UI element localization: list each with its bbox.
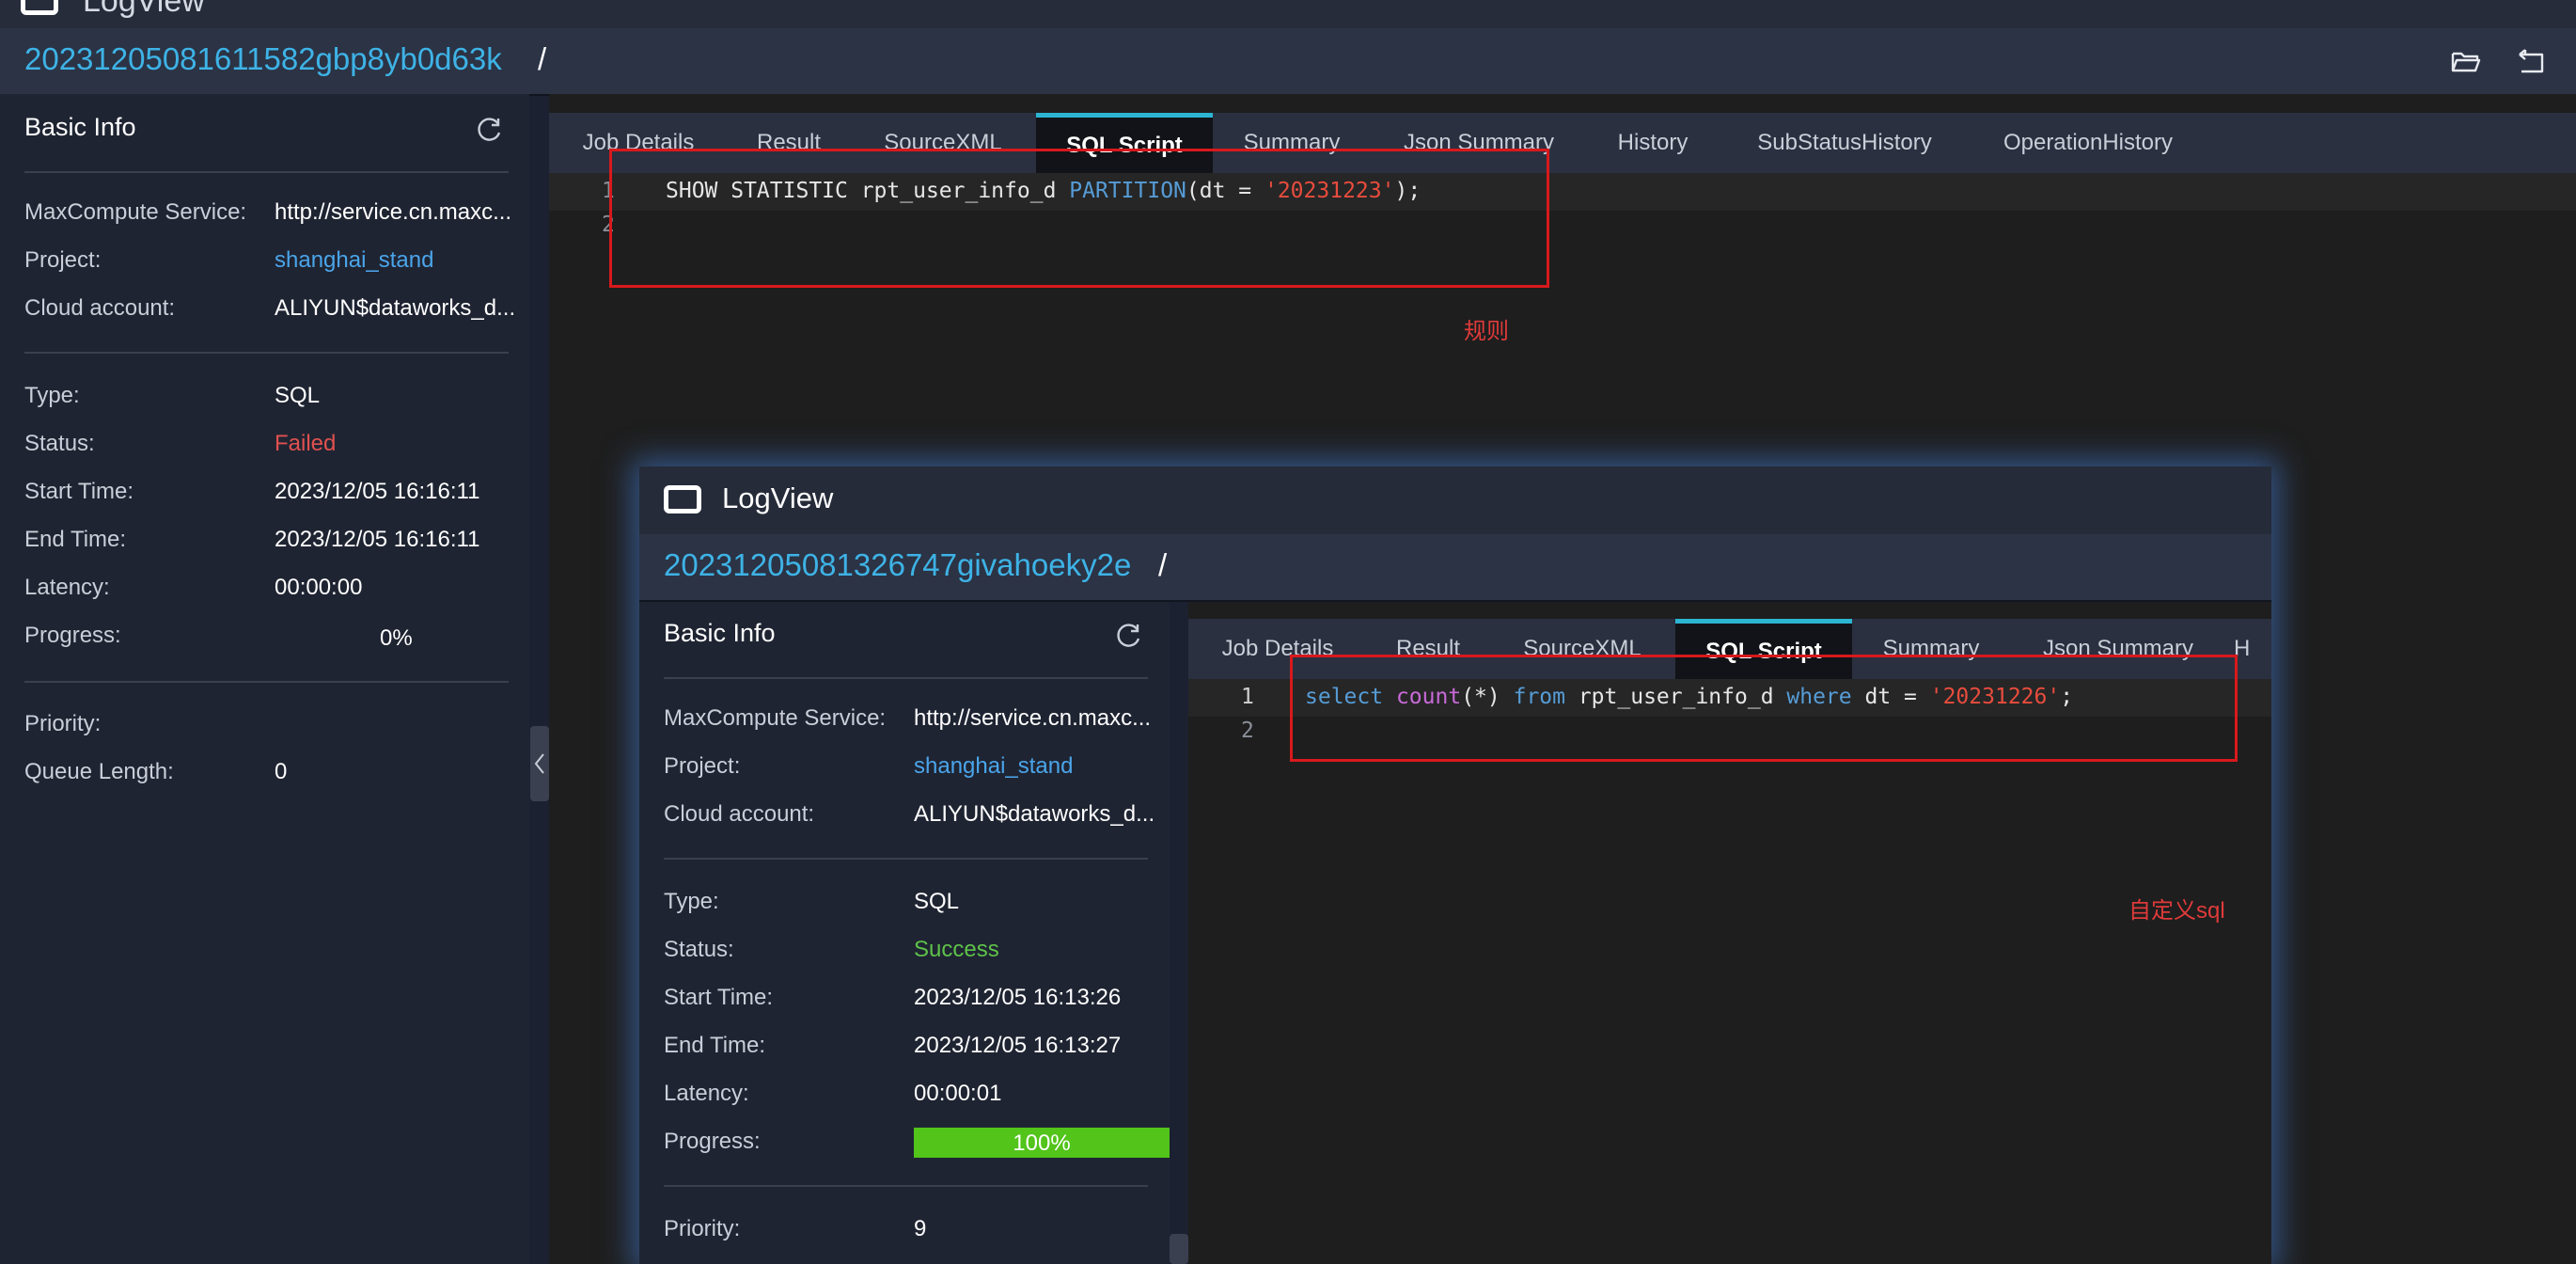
value-type: SQL [275, 383, 321, 408]
progress-bar: 100% [914, 1128, 1170, 1158]
label-maxcompute-service: MaxCompute Service: [664, 705, 887, 731]
annotation-label: 自定义sql [2128, 898, 2225, 924]
basic-info-heading: Basic Info [24, 113, 136, 141]
inset-basic-info-panel: Basic Info MaxCompute Service: http://se… [639, 602, 1170, 1264]
label-project: Project: [664, 753, 741, 779]
divider [24, 171, 509, 173]
divider [664, 1185, 1148, 1187]
collapse-sidebar-button[interactable] [530, 726, 549, 801]
label-latency: Latency: [24, 575, 110, 600]
line-number: 2 [1241, 719, 1254, 743]
inset-app-title: LogView [722, 482, 834, 514]
label-status: Status: [664, 937, 734, 962]
value-start-time: 2023/12/05 16:13:26 [914, 985, 1122, 1010]
label-cloud-account: Cloud account: [664, 801, 815, 827]
label-type: Type: [24, 383, 80, 408]
value-end-time: 2023/12/05 16:16:11 [275, 527, 480, 552]
tab-operationhistory[interactable]: OperationHistory [1971, 113, 2206, 173]
logview-logo-icon [21, 0, 58, 15]
value-queue-length: 0 [275, 759, 288, 784]
line-number: 1 [1241, 685, 1254, 709]
basic-info-panel: Basic Info MaxCompute Service: http://se… [0, 94, 529, 1264]
inset-screenshot: LogView 20231205081326747givahoeky2e / B… [639, 466, 2271, 1264]
annotation-label: 规则 [1464, 319, 1509, 344]
progress-value: 0% [380, 625, 413, 651]
value-maxcompute-service: http://service.cn.maxc... [275, 199, 512, 225]
label-type: Type: [664, 889, 719, 914]
status-badge: Success [914, 937, 999, 962]
label-maxcompute-service: MaxCompute Service: [24, 199, 247, 225]
tab-substatushistory[interactable]: SubStatusHistory [1719, 113, 1971, 173]
label-end-time: End Time: [664, 1033, 766, 1058]
value-project-link[interactable]: shanghai_stand [275, 247, 528, 274]
refresh-icon[interactable] [1115, 621, 1143, 649]
inset-gutter [1170, 602, 1188, 1264]
label-priority: Priority: [664, 1216, 741, 1241]
label-end-time: End Time: [24, 527, 127, 552]
label-project: Project: [24, 247, 102, 273]
value-cloud-account: ALIYUN$dataworks_d... [275, 295, 516, 321]
status-badge: Failed [275, 431, 337, 456]
divider [24, 681, 509, 683]
inset-job-bar: 20231205081326747givahoeky2e / [639, 534, 2271, 602]
value-start-time: 2023/12/05 16:16:11 [275, 479, 480, 504]
value-latency: 00:00:01 [914, 1081, 1002, 1106]
value-priority: 9 [914, 1216, 927, 1241]
divider [24, 352, 509, 354]
refresh-icon[interactable] [476, 115, 504, 143]
label-latency: Latency: [664, 1081, 749, 1106]
inset-header: LogView [639, 466, 2271, 534]
divider [664, 677, 1148, 679]
breadcrumb-separator: / [538, 41, 547, 76]
label-start-time: Start Time: [664, 985, 774, 1010]
inset-collapse-handle[interactable] [1170, 1234, 1188, 1264]
job-id-link[interactable]: 20231205081611582gbp8yb0d63k [24, 41, 502, 77]
chevron-left-icon [534, 753, 544, 774]
inset-main-content: Job Details Result SourceXML SQL Script … [1188, 602, 2271, 1264]
progress-value: 100% [1013, 1130, 1071, 1156]
label-queue-length: Queue Length: [24, 759, 174, 784]
app-title: LogView [83, 0, 205, 19]
label-status: Status: [24, 431, 95, 456]
open-folder-icon[interactable] [2450, 45, 2482, 77]
back-icon[interactable] [2516, 45, 2548, 77]
value-maxcompute-service: http://service.cn.maxc... [914, 705, 1152, 731]
divider [664, 858, 1148, 860]
value-end-time: 2023/12/05 16:13:27 [914, 1033, 1122, 1058]
label-start-time: Start Time: [24, 479, 134, 504]
value-latency: 00:00:00 [275, 575, 363, 600]
label-progress: Progress: [24, 623, 121, 648]
breadcrumb-separator: / [1158, 547, 1168, 582]
label-progress: Progress: [664, 1129, 761, 1154]
tab-history[interactable]: History [1587, 113, 1719, 173]
app-header: LogView [0, 0, 2576, 28]
job-bar: 20231205081611582gbp8yb0d63k / [0, 28, 2576, 96]
logview-logo-icon [664, 485, 701, 514]
annotation-box [1290, 655, 2238, 762]
label-cloud-account: Cloud account: [24, 295, 176, 321]
inset-job-id-link[interactable]: 20231205081326747givahoeky2e [664, 547, 1131, 583]
label-priority: Priority: [24, 711, 102, 736]
basic-info-heading: Basic Info [664, 619, 776, 647]
annotation-box [609, 149, 1549, 288]
value-cloud-account: ALIYUN$dataworks_d... [914, 801, 1155, 827]
value-project-link[interactable]: shanghai_stand [914, 753, 1168, 780]
value-type: SQL [914, 889, 960, 914]
